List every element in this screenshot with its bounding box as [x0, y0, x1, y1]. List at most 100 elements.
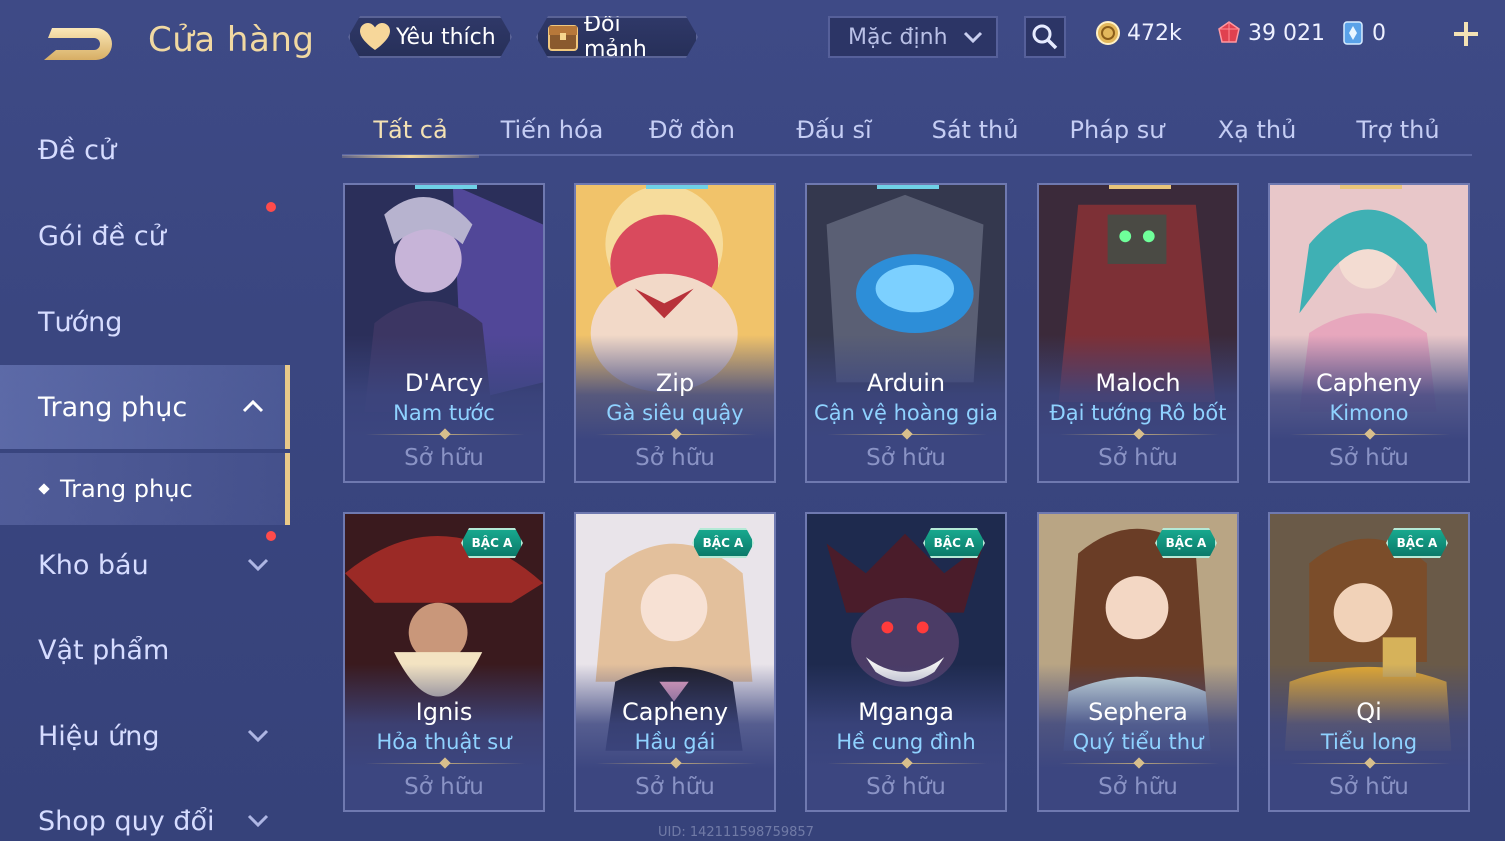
sidebar-item-effects[interactable]: Hiệu ứng: [0, 694, 290, 778]
heart-icon: [358, 20, 392, 54]
skin-card[interactable]: BẬC A Mganga Hề cung đình Sở hữu: [805, 512, 1007, 812]
favorite-label: Yêu thích: [396, 24, 496, 50]
skin-name: Kimono: [1329, 401, 1409, 425]
ownership-status: Sở hữu: [404, 774, 484, 800]
skin-card[interactable]: BẬC A Capheny Hầu gái Sở hữu: [574, 512, 776, 812]
tab-evolution[interactable]: Tiến hóa: [484, 104, 620, 156]
sidebar-item-label: Hiệu ứng: [38, 720, 160, 752]
ownership-status: Sở hữu: [1329, 445, 1409, 471]
exchange-shards-button[interactable]: Đổi mảnh: [536, 16, 698, 58]
skin-grid: D'Arcy Nam tước Sở hữu Zip Gà siêu quậy …: [343, 183, 1473, 841]
tier-badge: BẬC A: [1155, 528, 1217, 558]
card-amount: 0: [1372, 20, 1386, 46]
sidebar-item-heroes[interactable]: Tướng: [0, 280, 290, 364]
exchange-label: Đổi mảnh: [584, 12, 647, 62]
skin-card[interactable]: BẬC A Ignis Hỏa thuật sư Sở hữu: [343, 512, 545, 812]
skin-name: Đại tướng Rô bốt: [1049, 401, 1227, 425]
skin-card[interactable]: Zip Gà siêu quậy Sở hữu: [574, 183, 776, 483]
hero-name: Qi: [1356, 698, 1382, 726]
card-top-strip: [646, 185, 708, 189]
chevron-down-icon: [247, 729, 269, 743]
favorite-button[interactable]: Yêu thích: [348, 16, 512, 58]
notification-dot: [266, 202, 276, 212]
tab-tank[interactable]: Đỡ đòn: [624, 104, 760, 156]
page-title: Cửa hàng: [148, 20, 315, 60]
hero-name: Mganga: [858, 698, 954, 726]
chevron-up-icon: [242, 399, 264, 413]
hero-name: Ignis: [415, 698, 473, 726]
card-top-strip: [877, 185, 939, 189]
sort-dropdown[interactable]: Mặc định: [828, 16, 998, 58]
notification-dot: [266, 531, 276, 541]
card-top-strip: [1109, 185, 1171, 189]
skin-card[interactable]: D'Arcy Nam tước Sở hữu: [343, 183, 545, 483]
ownership-status: Sở hữu: [635, 774, 715, 800]
crystal-card-icon: [1343, 21, 1363, 45]
hero-name: Capheny: [621, 698, 729, 726]
sidebar-item-items[interactable]: Vật phẩm: [0, 608, 290, 692]
ruby-currency: 39 021: [1216, 20, 1325, 46]
ownership-status: Sở hữu: [1098, 774, 1178, 800]
uid-watermark: UID: 142111598759857: [658, 825, 814, 840]
sidebar-item-label: Kho báu: [38, 549, 149, 581]
ruby-amount: 39 021: [1248, 20, 1325, 46]
sidebar-item-label: Tướng: [38, 306, 123, 338]
sidebar-item-label: Gói đề cử: [38, 220, 166, 252]
sidebar-item-label: Shop quy đổi: [38, 805, 215, 837]
sort-selected-value: Mặc định: [848, 24, 948, 50]
gold-coin-icon: [1096, 21, 1120, 45]
tab-support[interactable]: Trợ thủ: [1330, 104, 1466, 156]
skin-card[interactable]: BẬC A Qi Tiểu long Sở hữu: [1268, 512, 1470, 812]
card-top-strip: [1340, 185, 1402, 189]
category-tabs: Tất cả Tiến hóa Đỡ đòn Đấu sĩ Sát thủ Ph…: [342, 104, 1472, 158]
ownership-status: Sở hữu: [1098, 445, 1178, 471]
sidebar-item-skins[interactable]: Trang phục: [0, 365, 290, 449]
tier-badge: BẬC A: [1386, 528, 1448, 558]
tab-assassin[interactable]: Sát thủ: [907, 104, 1043, 156]
ownership-status: Sở hữu: [1329, 774, 1409, 800]
gold-currency: 472k: [1095, 20, 1182, 46]
tab-all[interactable]: Tất cả: [342, 104, 479, 158]
search-icon: [1032, 24, 1058, 50]
sidebar-item-recommended-packs[interactable]: Gói đề cử: [0, 194, 290, 278]
tab-mage[interactable]: Pháp sư: [1049, 104, 1185, 156]
chevron-down-icon: [247, 558, 269, 572]
search-button[interactable]: [1024, 16, 1066, 58]
skin-name: Quý tiểu thư: [1072, 730, 1204, 754]
skin-card[interactable]: Maloch Đại tướng Rô bốt Sở hữu: [1037, 183, 1239, 483]
tab-fighter[interactable]: Đấu sĩ: [766, 104, 902, 156]
tier-badge: BẬC A: [461, 528, 523, 558]
sidebar-item-label: Vật phẩm: [38, 634, 170, 666]
sidebar: Đề cử Gói đề cử Tướng Trang phục Trang p…: [0, 100, 292, 841]
ownership-status: Sở hữu: [404, 445, 484, 471]
ownership-status: Sở hữu: [866, 445, 946, 471]
chest-icon: [546, 20, 580, 54]
sidebar-subitem-skins[interactable]: Trang phục: [0, 453, 290, 525]
hero-name: Sephera: [1088, 698, 1188, 726]
skin-card[interactable]: BẬC A Sephera Quý tiểu thư Sở hữu: [1037, 512, 1239, 812]
plus-icon[interactable]: [1450, 18, 1482, 50]
skin-name: Hỏa thuật sư: [376, 730, 512, 754]
sidebar-item-treasure[interactable]: Kho báu: [0, 523, 290, 607]
chevron-down-icon: [247, 814, 269, 828]
skin-card[interactable]: Arduin Cận vệ hoàng gia Sở hữu: [805, 183, 1007, 483]
tab-marksman[interactable]: Xạ thủ: [1189, 104, 1325, 156]
sidebar-item-recommended[interactable]: Đề cử: [0, 108, 290, 192]
ownership-status: Sở hữu: [635, 445, 715, 471]
skin-card[interactable]: Capheny Kimono Sở hữu: [1268, 183, 1470, 483]
tier-badge: BẬC A: [692, 528, 754, 558]
card-top-strip: [415, 185, 477, 189]
sidebar-item-exchange-shop[interactable]: Shop quy đổi: [0, 779, 290, 841]
skin-name: Hầu gái: [634, 730, 716, 754]
skin-name: Cận vệ hoàng gia: [814, 401, 998, 425]
skin-name: Nam tước: [393, 401, 495, 425]
hero-name: Arduin: [866, 369, 946, 397]
hero-name: Capheny: [1315, 369, 1423, 397]
back-arrow-icon[interactable]: [38, 20, 118, 64]
hero-name: Zip: [655, 369, 695, 397]
hero-name: Maloch: [1095, 369, 1181, 397]
ownership-status: Sở hữu: [866, 774, 946, 800]
bullet-diamond-icon: [38, 483, 50, 495]
ruby-gem-icon: [1218, 21, 1240, 43]
sidebar-item-label: Đề cử: [38, 134, 117, 166]
